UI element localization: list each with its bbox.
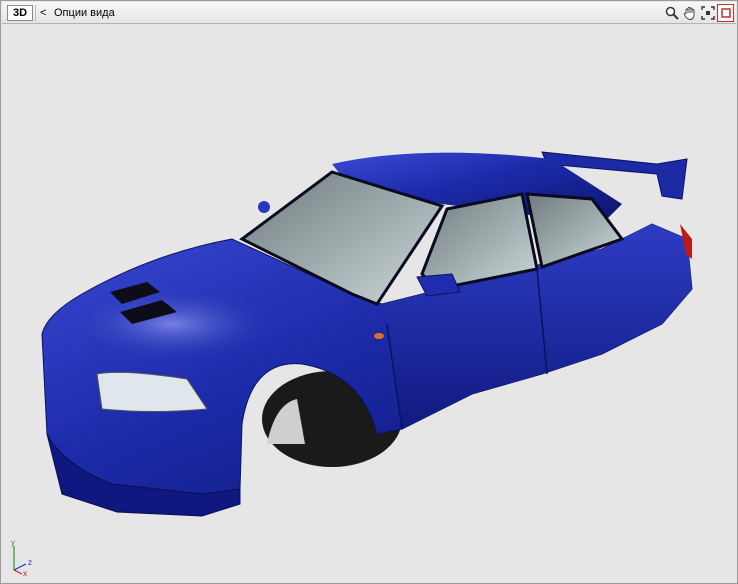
- hood-highlight: [62, 284, 282, 364]
- 3d-mode-button[interactable]: 3D: [7, 5, 33, 21]
- side-indicator-light: [374, 333, 384, 339]
- toolbar-separator: [35, 5, 36, 21]
- 3d-viewport[interactable]: y z x: [2, 24, 736, 583]
- view-options-label[interactable]: Опции вида: [54, 5, 115, 21]
- view-toolbar: 3D < Опции вида: [2, 2, 736, 24]
- pan-hand-icon[interactable]: [681, 4, 698, 22]
- fit-view-icon[interactable]: [699, 4, 716, 22]
- back-chevron-button[interactable]: <: [40, 5, 50, 21]
- maximize-icon[interactable]: [717, 4, 734, 22]
- axis-gizmo: y z x: [8, 536, 44, 579]
- left-mirror: [258, 201, 270, 213]
- car-model[interactable]: [2, 24, 736, 583]
- axis-y-label: y: [11, 538, 15, 547]
- axis-z-label: z: [28, 558, 32, 567]
- view-window: 3D < Опции вида y z x: [0, 0, 738, 584]
- axis-x-label: x: [23, 569, 27, 576]
- zoom-icon[interactable]: [663, 4, 680, 22]
- side-mirror: [416, 273, 461, 297]
- toolbar-icon-group: [663, 4, 734, 22]
